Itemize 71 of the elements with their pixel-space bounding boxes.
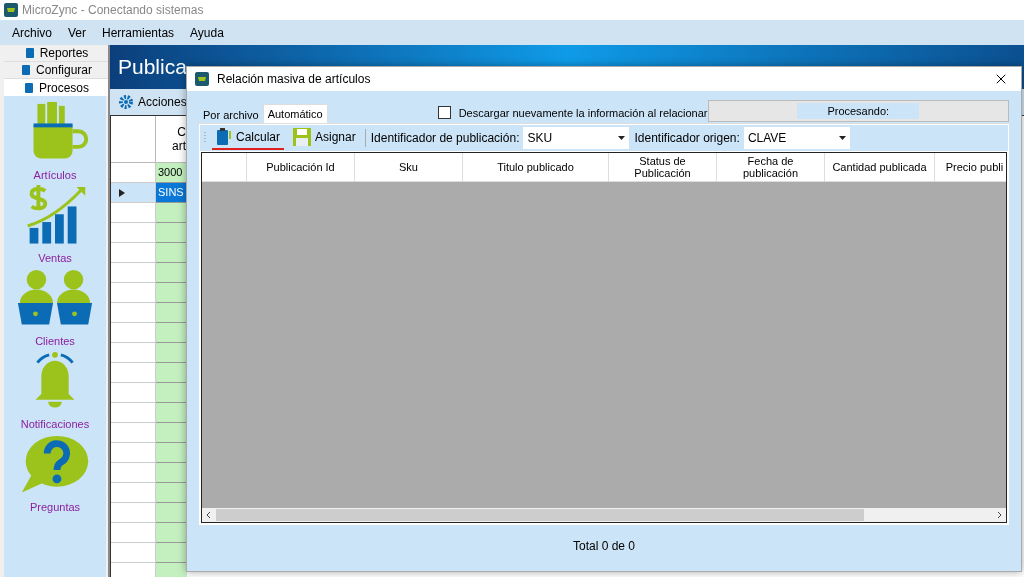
checkbox-label: Descargar nuevamente la información al relacionar xyxy=(458,105,708,121)
row-pointer-icon xyxy=(119,188,125,197)
nav-item[interactable]: Preguntas xyxy=(29,498,81,515)
toolbar-button[interactable]: Asignar xyxy=(289,126,360,150)
app-logo-icon xyxy=(195,72,209,86)
table-cell xyxy=(156,303,187,323)
table-cell xyxy=(156,243,187,263)
table-cell xyxy=(156,223,187,243)
table-cell xyxy=(156,423,187,443)
table-cell xyxy=(156,563,187,577)
nav-tab[interactable]: Reportes xyxy=(4,45,108,62)
toolbar-button[interactable]: Acciones xyxy=(138,93,187,111)
clipboard-icon xyxy=(216,128,232,146)
app-logo-icon xyxy=(4,3,18,17)
column-header[interactable]: Fecha de publicación xyxy=(717,153,825,182)
column-header[interactable]: Sku xyxy=(355,153,463,182)
gear-icon xyxy=(118,94,134,110)
caret-icon xyxy=(838,136,846,140)
table-cell: 3000 xyxy=(156,163,187,183)
table-cell xyxy=(156,403,187,423)
caret-icon xyxy=(618,136,626,140)
table-cell xyxy=(156,463,187,483)
total-count: Total 0 de 0 xyxy=(572,538,635,555)
table-cell xyxy=(156,283,187,303)
field-label: Identificador origen: xyxy=(634,130,740,147)
table-cell xyxy=(156,523,187,543)
table-cell xyxy=(156,203,187,223)
tab[interactable]: Por archivo xyxy=(199,107,263,123)
corner-header xyxy=(111,116,156,163)
menu-item[interactable]: Ver xyxy=(68,23,87,42)
tab-icon xyxy=(23,47,36,59)
nav-tab[interactable]: Configurar xyxy=(4,62,108,79)
menu-item[interactable]: Ayuda xyxy=(190,23,224,42)
dropdown-field[interactable]: CLAVE xyxy=(743,127,850,149)
progress-label: Procesando: xyxy=(797,102,920,120)
nav-item[interactable]: Ventas xyxy=(38,249,72,266)
table-cell xyxy=(156,483,187,503)
table-cell xyxy=(156,363,187,383)
table-cell xyxy=(156,263,187,283)
nav-item[interactable]: Notificaciones xyxy=(20,415,90,432)
column-header[interactable]: Precio publi xyxy=(935,153,1006,182)
tab-icon xyxy=(20,64,32,76)
tab[interactable]: Automático xyxy=(262,104,328,123)
table-cell xyxy=(156,383,187,403)
row-header[interactable] xyxy=(111,183,156,203)
menu-item[interactable]: Herramientas xyxy=(102,23,175,42)
table-cell xyxy=(156,543,187,563)
column-header[interactable]: Publicación Id xyxy=(247,153,355,182)
window-title: MicroZync - Conectando sistemas xyxy=(22,2,204,19)
tab-icon xyxy=(23,81,35,94)
column-header[interactable]: Status de Publicación xyxy=(609,153,717,182)
dropdown-field[interactable]: SKU xyxy=(523,127,630,149)
scrollbar-thumb[interactable] xyxy=(216,509,864,521)
table-cell xyxy=(156,503,187,523)
page-title: Publica xyxy=(118,54,187,81)
horizontal-scrollbar[interactable] xyxy=(202,508,1006,522)
nav-item[interactable]: Clientes xyxy=(35,332,75,349)
nav-tab[interactable]: Procesos xyxy=(4,79,108,96)
column-header[interactable]: Titulo publicado xyxy=(463,153,609,182)
table-cell: SINS xyxy=(156,183,187,203)
table-cell xyxy=(156,443,187,463)
column-header[interactable]: Cantidad publicada xyxy=(825,153,935,182)
table-cell xyxy=(156,323,187,343)
corner-header xyxy=(202,153,247,182)
table-cell xyxy=(156,343,187,363)
nav-item[interactable]: Artículos xyxy=(33,166,77,183)
menu-item[interactable]: Archivo xyxy=(12,23,52,42)
checkbox[interactable] xyxy=(437,106,451,120)
field-label: Identificador de publicación: xyxy=(370,130,520,147)
toolbar-button[interactable]: Calcular xyxy=(212,126,284,150)
dialog-title: Relación masiva de artículos xyxy=(217,71,372,88)
